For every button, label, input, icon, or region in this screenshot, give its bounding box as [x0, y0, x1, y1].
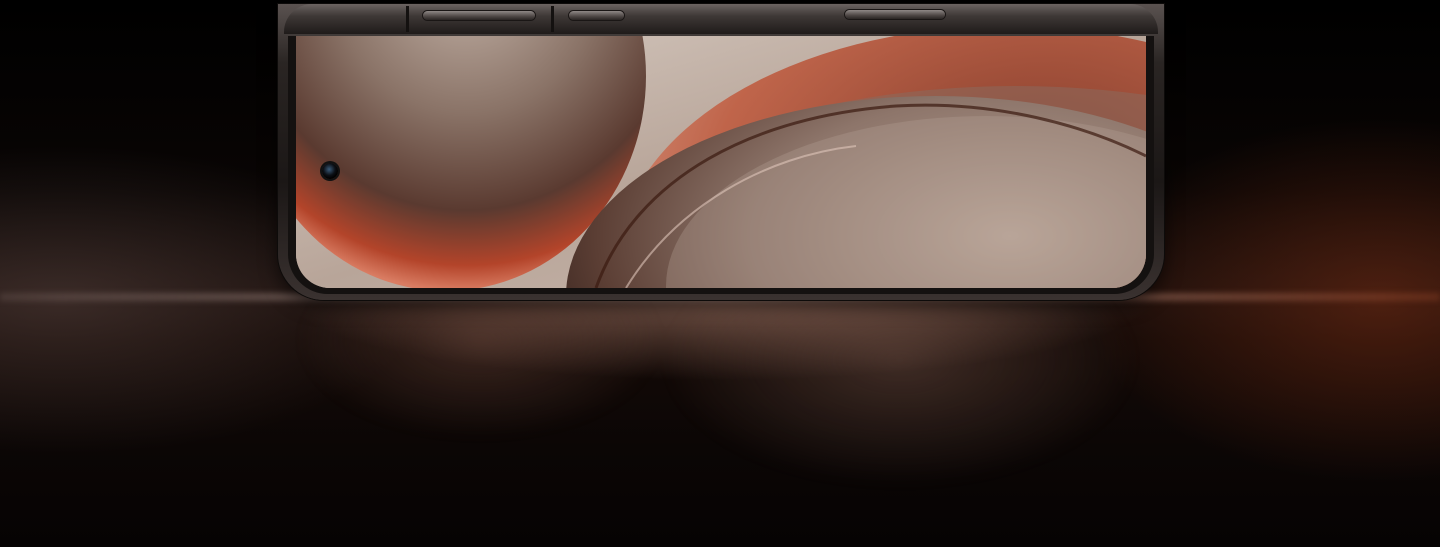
antenna-line: [551, 6, 554, 32]
action-button: [569, 11, 624, 20]
phone-display: [296, 36, 1146, 288]
phone-top-edge: [284, 4, 1158, 34]
volume-button: [423, 11, 535, 20]
phone-reflection: [300, 300, 1160, 520]
power-button: [845, 10, 945, 19]
front-camera-icon: [322, 163, 338, 179]
wallpaper-graphic: [296, 36, 1146, 288]
phone-screen-bezel: [288, 36, 1154, 294]
product-hero-scene: [0, 0, 1440, 547]
antenna-line: [406, 6, 409, 32]
